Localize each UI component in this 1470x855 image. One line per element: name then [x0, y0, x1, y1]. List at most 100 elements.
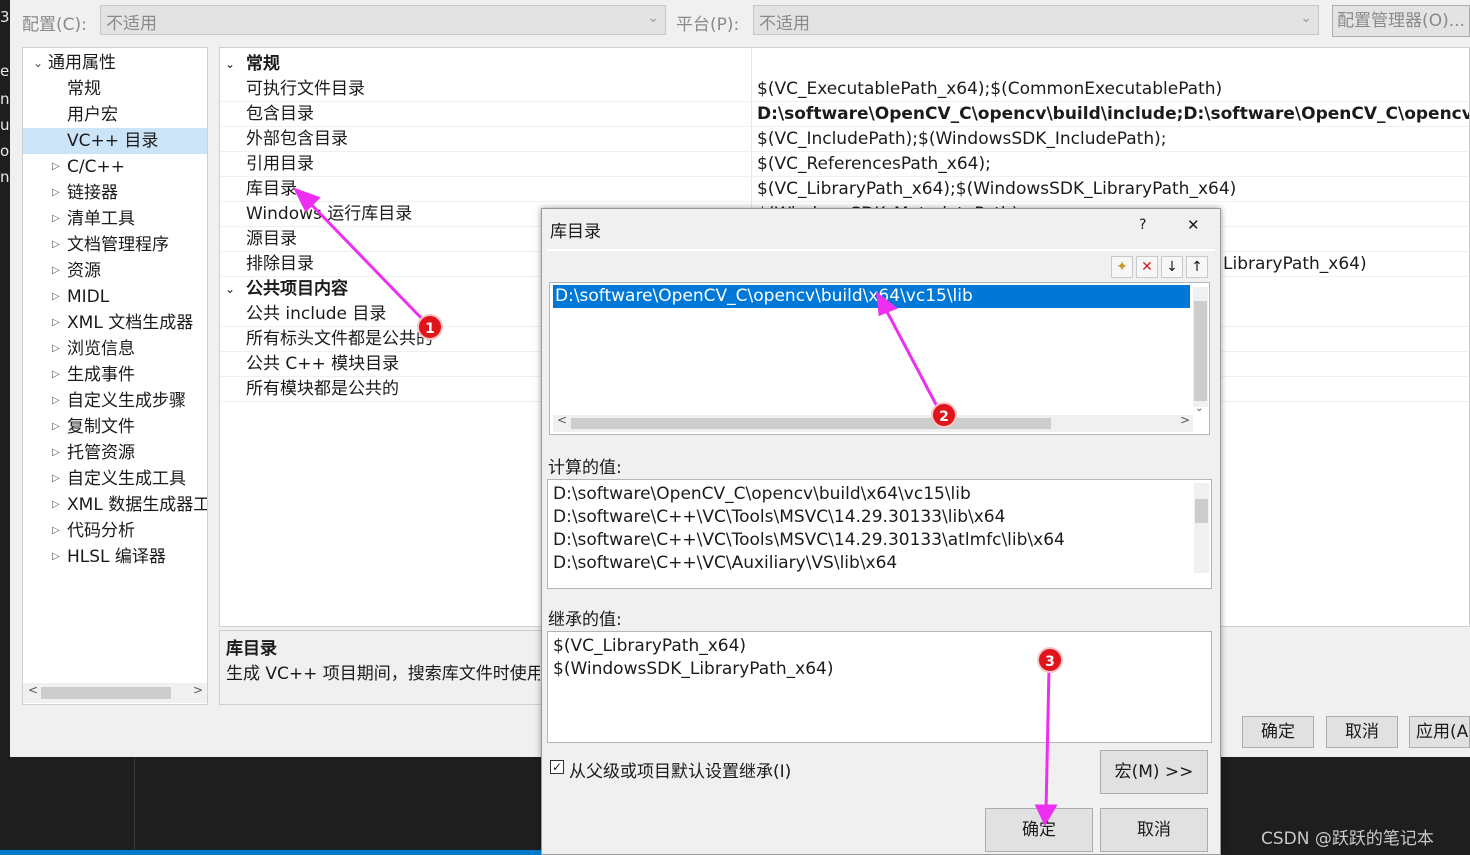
collapsed-icon[interactable]: ▷ [52, 440, 60, 466]
collapsed-icon[interactable]: ▷ [52, 232, 60, 258]
collapsed-icon[interactable]: ▷ [52, 180, 60, 206]
close-icon[interactable]: ✕ [1187, 216, 1200, 234]
tree-item[interactable]: ▷ 自定义生成步骤 [23, 388, 207, 414]
ok-button[interactable]: 确定 [1242, 716, 1314, 748]
computed-vscrollbar[interactable] [1194, 483, 1209, 573]
tree-item[interactable]: ▷ 托管资源 [23, 440, 207, 466]
config-value: 不适用 [106, 14, 157, 34]
tree-item[interactable]: ▷ XML 数据生成器工 [23, 492, 207, 518]
tree-item[interactable]: ▷ 资源 [23, 258, 207, 284]
collapsed-icon[interactable]: ▷ [52, 206, 60, 232]
collapsed-icon[interactable]: ▷ [52, 414, 60, 440]
tree-item[interactable]: ▷ XML 文档生成器 [23, 310, 207, 336]
entry-item[interactable]: D:\software\OpenCV_C\opencv\build\x64\vc… [555, 285, 973, 308]
collapsed-icon[interactable]: ▷ [52, 518, 60, 544]
tree-item-label: VC++ 目录 [67, 131, 159, 151]
tree-item[interactable]: ▷ 代码分析 [23, 518, 207, 544]
collapsed-icon[interactable]: ▷ [52, 258, 60, 284]
tree-item[interactable]: VC++ 目录 [23, 128, 207, 154]
entries-list[interactable]: D:\software\OpenCV_C\opencv\build\x64\vc… [549, 282, 1210, 435]
scroll-thumb[interactable] [1194, 301, 1207, 401]
scroll-down-icon[interactable]: ⌄ [1195, 403, 1203, 414]
entries-vscrollbar[interactable]: ⌄ [1193, 287, 1208, 414]
tree-item[interactable]: ▷ 链接器 [23, 180, 207, 206]
property-value[interactable]: D:\software\OpenCV_C\opencv\build\includ… [757, 102, 1469, 127]
collapsed-icon[interactable]: ▷ [52, 154, 60, 180]
tree-item-label: 自定义生成步骤 [67, 391, 186, 411]
tree-item[interactable]: ▷ 生成事件 [23, 362, 207, 388]
grid-category[interactable]: ⌄ 常规 [220, 52, 1469, 77]
collapsed-icon[interactable]: ▷ [52, 388, 60, 414]
tree-item[interactable]: ▷ MIDL [23, 284, 207, 310]
cancel-button[interactable]: 取消 [1326, 716, 1398, 748]
computed-item: D:\software\C++\VC\Tools\MSVC\14.29.3013… [553, 530, 1065, 550]
collapsed-icon[interactable]: ▷ [52, 284, 60, 310]
collapsed-icon[interactable]: ▷ [52, 544, 60, 570]
move-down-icon[interactable]: ↓ [1161, 256, 1183, 278]
property-value[interactable]: LibraryPath_x64) [1223, 252, 1367, 277]
property-value[interactable]: $(VC_IncludePath);$(WindowsSDK_IncludePa… [757, 127, 1167, 152]
scroll-left-icon[interactable]: < [557, 413, 567, 427]
tree-item-label: MIDL [67, 287, 110, 307]
tree-item-label: 代码分析 [67, 521, 135, 541]
property-value[interactable]: $(VC_ReferencesPath_x64); [757, 152, 991, 177]
library-dirs-dialog: 库目录 ? ✕ ✦ ✕ ↓ ↑ D:\software\OpenCV_C\ope… [541, 208, 1221, 855]
config-manager-button[interactable]: 配置管理器(O)... [1332, 5, 1470, 37]
tree-item[interactable]: 常规 [23, 76, 207, 102]
inherit-checkbox-label[interactable]: 从父级或项目默认设置继承(I) [569, 757, 791, 782]
scroll-right-icon[interactable]: > [1180, 413, 1190, 427]
tree-hscrollbar[interactable]: < > [23, 683, 207, 703]
property-row[interactable]: 包含目录 D:\software\OpenCV_C\opencv\build\in… [220, 102, 1469, 127]
tree-item-label: XML 文档生成器 [67, 313, 194, 333]
property-name: 引用目录 [246, 154, 314, 174]
tree-item[interactable]: ▷ 文档管理程序 [23, 232, 207, 258]
scroll-thumb[interactable] [571, 418, 1051, 429]
collapsed-icon[interactable]: ▷ [52, 310, 60, 336]
help-icon[interactable]: ? [1139, 217, 1146, 233]
apply-button[interactable]: 应用(A) [1409, 716, 1470, 748]
tree-item[interactable]: ▷ 自定义生成工具 [23, 466, 207, 492]
entries-hscrollbar[interactable]: < > [553, 413, 1193, 432]
property-row[interactable]: 外部包含目录 $(VC_IncludePath);$(WindowsSDK_Inc… [220, 127, 1469, 152]
collapse-icon[interactable]: ⌄ [225, 52, 235, 77]
collapsed-icon[interactable]: ▷ [52, 466, 60, 492]
collapsed-icon[interactable]: ▷ [52, 492, 60, 518]
dialog-ok-button[interactable]: 确定 [985, 808, 1093, 852]
scroll-thumb[interactable] [1195, 499, 1208, 523]
config-label: 配置(C): [22, 15, 87, 35]
inherited-item: $(WindowsSDK_LibraryPath_x64) [553, 659, 834, 679]
platform-select[interactable]: 不适用 ⌄ [753, 5, 1319, 35]
property-name: 可执行文件目录 [246, 79, 365, 99]
tree-item-label: 浏览信息 [67, 339, 135, 359]
collapse-icon[interactable]: ⌄ [225, 277, 235, 302]
scroll-right-icon[interactable]: > [193, 683, 203, 697]
tree-item[interactable]: ▷ HLSL 编译器 [23, 544, 207, 570]
property-value[interactable]: $(VC_ExecutablePath_x64);$(CommonExecuta… [757, 77, 1222, 102]
property-row[interactable]: 引用目录 $(VC_ReferencesPath_x64); [220, 152, 1469, 177]
tree-item[interactable]: ▷ 清单工具 [23, 206, 207, 232]
inherit-checkbox[interactable]: ✓ [550, 760, 564, 774]
scroll-left-icon[interactable]: < [28, 683, 38, 697]
scroll-thumb[interactable] [41, 687, 171, 699]
property-value[interactable]: $(VC_LibraryPath_x64);$(WindowsSDK_Libra… [757, 177, 1236, 202]
inherited-list: $(VC_LibraryPath_x64) $(WindowsSDK_Librar… [547, 631, 1212, 743]
expand-icon[interactable]: ⌄ [33, 50, 43, 76]
config-select[interactable]: 不适用 ⌄ [100, 5, 666, 35]
new-line-icon[interactable]: ✦ [1111, 256, 1133, 278]
tree-item[interactable]: ▷ 浏览信息 [23, 336, 207, 362]
collapsed-icon[interactable]: ▷ [52, 336, 60, 362]
collapsed-icon[interactable]: ▷ [52, 362, 60, 388]
move-up-icon[interactable]: ↑ [1186, 256, 1208, 278]
property-row[interactable]: 可执行文件目录 $(VC_ExecutablePath_x64);$(Common… [220, 77, 1469, 102]
tree-item-label: 清单工具 [67, 209, 135, 229]
macro-button[interactable]: 宏(M) >> [1100, 750, 1208, 794]
tree-item[interactable]: ▷ C/C++ [23, 154, 207, 180]
tree-item[interactable]: ▷ 复制文件 [23, 414, 207, 440]
property-name: 公共 include 目录 [246, 304, 387, 324]
tree-item-label: 用户宏 [67, 105, 118, 125]
property-row[interactable]: 库目录 $(VC_LibraryPath_x64);$(WindowsSDK_Li… [220, 177, 1469, 202]
dialog-cancel-button[interactable]: 取消 [1100, 808, 1208, 852]
delete-icon[interactable]: ✕ [1136, 256, 1158, 278]
tree-item[interactable]: 用户宏 [23, 102, 207, 128]
tree-item[interactable]: ⌄ 通用属性 [23, 50, 207, 76]
